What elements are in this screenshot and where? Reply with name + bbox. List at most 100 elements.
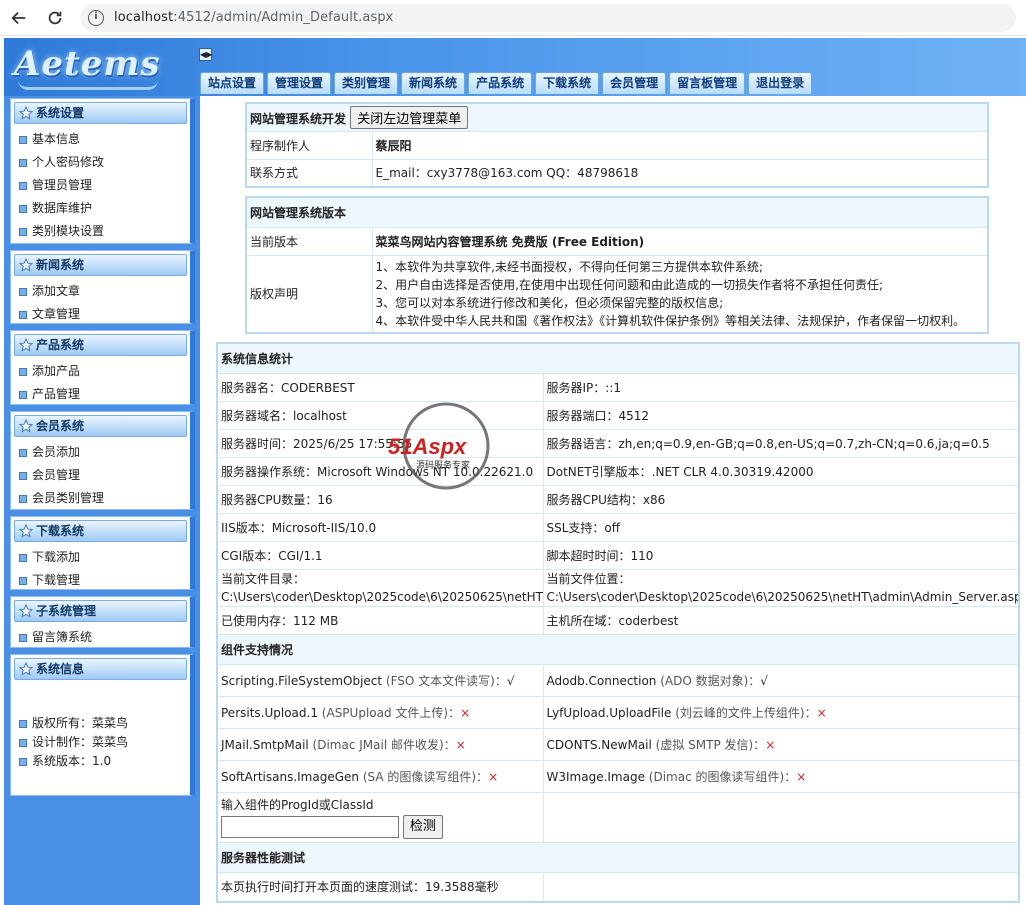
sidebar-section-title[interactable]: 产品系统: [14, 334, 187, 356]
sidebar-item[interactable]: 下载添加: [11, 546, 190, 569]
sidebar-item[interactable]: 管理员管理: [11, 174, 190, 197]
nav-tab[interactable]: 退出登录: [748, 72, 813, 94]
current-file-cell: 当前文件位置： C:\Users\coder\Desktop\2025code\6…: [542, 568, 1020, 607]
address-bar[interactable]: i localhost:4512/admin/Admin_Default.asp…: [80, 4, 1016, 32]
bullet-icon: [19, 158, 27, 167]
component-cell: SoftArtisans.ImageGen (SA 的图像读写组件)：×: [216, 759, 544, 793]
sidebar-item[interactable]: 会员类别管理: [11, 487, 190, 510]
sidebar-item[interactable]: 会员添加: [11, 441, 190, 464]
memory-cell: 已使用内存：112 MB: [216, 605, 544, 635]
component-status: ×: [765, 737, 776, 752]
bullet-icon: [19, 553, 27, 562]
section-title-text: 会员系统: [36, 419, 85, 433]
sidebar-item[interactable]: 个人密码修改: [11, 151, 190, 174]
close-menu-button[interactable]: 关闭左边管理菜单: [350, 105, 469, 129]
nav-tab[interactable]: 留言板管理: [669, 72, 746, 94]
perf-title: 服务器性能测试: [216, 841, 1020, 873]
section-title-text: 子系统管理: [36, 604, 97, 618]
author-value: 蔡辰阳: [371, 130, 989, 160]
component-status: ×: [488, 769, 499, 784]
nav-tab[interactable]: 下载系统: [535, 72, 600, 94]
nav-tab[interactable]: 类别管理: [334, 72, 399, 94]
component-desc: (FSO 文本文件读写)：: [382, 673, 507, 688]
current-version-label: 当前版本: [245, 226, 373, 256]
url-path: :4512/admin/Admin_Default.aspx: [173, 10, 394, 25]
current-file-value: C:\Users\coder\Desktop\2025code\6\202506…: [546, 589, 1020, 604]
stat-cell: IIS版本：Microsoft-IIS/10.0: [216, 512, 544, 542]
component-desc: (ADO 数据对象)：: [656, 673, 761, 688]
nav-tab[interactable]: 会员管理: [602, 72, 667, 94]
sidebar-item: 系统版本：1.0: [11, 752, 190, 771]
sidebar-item-label: 添加文章: [32, 284, 81, 298]
bullet-icon: [19, 367, 27, 376]
sidebar-item[interactable]: 数据库维护: [11, 197, 190, 220]
empty-cell: [542, 871, 1020, 903]
nav-tab[interactable]: 产品系统: [468, 72, 533, 94]
back-button[interactable]: [6, 6, 32, 30]
component-status: ×: [796, 769, 807, 784]
sidebar-item[interactable]: 添加产品: [11, 360, 190, 383]
stat-cell: 服务器CPU结构：x86: [542, 484, 1020, 514]
sidebar-item-label: 版权所有：菜菜鸟: [32, 716, 129, 730]
sidebar-item-label: 系统版本：1.0: [32, 754, 112, 768]
component-cell: W3Image.Image (Dimac 的图像读写组件)：×: [542, 759, 1020, 793]
contact-value: E_mail：cxy3778@163.com QQ：48798618: [371, 158, 989, 188]
component-desc: (虚拟 SMTP 发信)：: [651, 737, 766, 752]
sidebar-item-label: 下载管理: [32, 573, 81, 587]
copyright-line: 2、用户自由选择是否使用,在使用中出现任何问题和由此造成的一切损失作者将不承担任…: [375, 277, 884, 292]
header: Aetems ◀▶ 站点设置 管理设置 类别管理 新闻系统 产品系统 下载系统 会员管理 留言…: [4, 38, 1026, 96]
sidebar-item[interactable]: 文章管理: [11, 303, 190, 326]
nav-tab[interactable]: 管理设置: [267, 72, 332, 94]
bullet-icon: [19, 204, 27, 213]
progid-input[interactable]: [221, 815, 399, 838]
sidebar-item[interactable]: 会员管理: [11, 464, 190, 487]
site-info-icon[interactable]: i: [88, 10, 104, 26]
section-title-text: 系统设置: [36, 106, 85, 120]
nav-tab[interactable]: 站点设置: [200, 72, 265, 94]
top-nav-tabs: 站点设置 管理设置 类别管理 新闻系统 产品系统 下载系统 会员管理 留言板管理 退出登录: [200, 72, 815, 96]
check-button[interactable]: 检测: [402, 815, 443, 839]
components-title: 组件支持情况: [216, 633, 1020, 665]
sidebar-section: 新闻系统添加文章文章管理: [10, 250, 195, 324]
sidebar-section-title[interactable]: 下载系统: [14, 520, 187, 542]
sidebar-item[interactable]: 基本信息: [11, 128, 190, 151]
sidebar-section: 会员系统会员添加会员管理会员类别管理: [10, 411, 195, 510]
sidebar-section-title[interactable]: 子系统管理: [14, 600, 187, 622]
component-name: Adodb.Connection: [546, 673, 657, 688]
stat-cell: 服务器语言：zh,en;q=0.9,en-GB;q=0.8,en-US;q=0.…: [542, 428, 1020, 458]
copyright-line: 1、本软件为共享软件,未经书面授权，不得向任何第三方提供本软件系统;: [375, 259, 764, 274]
bullet-icon: [19, 135, 27, 144]
sidebar-section-title[interactable]: 系统设置: [14, 102, 187, 124]
component-cell: Persits.Upload.1 (ASPUpload 文件上传)：×: [216, 695, 544, 729]
stat-cell: 服务器端口：4512: [542, 400, 1020, 430]
sidebar-item-label: 个人密码修改: [32, 155, 105, 169]
system-stats-table: 系统信息统计 服务器名：CODERBEST 服务器IP：::1 服务器域名：local…: [216, 342, 1021, 903]
sidebar-item[interactable]: 留言簿系统: [11, 626, 190, 649]
component-name: Scripting.FileSystemObject: [221, 673, 383, 688]
sidebar-item-label: 会员管理: [32, 468, 81, 482]
stat-cell: 服务器名：CODERBEST: [216, 372, 544, 402]
author-label: 程序制作人: [245, 130, 373, 160]
toggle-sidebar-icon[interactable]: ◀▶: [199, 48, 212, 61]
sidebar-item[interactable]: 下载管理: [11, 569, 190, 592]
sidebar-item[interactable]: 产品管理: [11, 383, 190, 406]
sidebar-section-title[interactable]: 会员系统: [14, 415, 187, 437]
sidebar-item[interactable]: 添加文章: [11, 280, 190, 303]
bullet-icon: [19, 471, 27, 480]
sidebar: 系统设置基本信息个人密码修改管理员管理 数据库维护 类别模块设置 新闻系统添加文章文章…: [4, 96, 200, 905]
star-icon: [18, 418, 34, 433]
component-name: W3Image.Image: [546, 769, 645, 784]
bullet-icon: [19, 738, 27, 747]
bullet-icon: [19, 310, 27, 319]
reload-button[interactable]: [42, 6, 68, 30]
stat-cell: DotNET引擎版本：.NET CLR 4.0.30319.42000: [542, 456, 1020, 486]
component-cell: CDONTS.NewMail (虚拟 SMTP 发信)：×: [542, 727, 1020, 761]
bullet-icon: [19, 757, 27, 766]
sidebar-section-title[interactable]: 系统信息: [14, 658, 187, 680]
sidebar-section-title[interactable]: 新闻系统: [14, 254, 187, 276]
sidebar-item[interactable]: 类别模块设置: [11, 220, 190, 243]
nav-tab[interactable]: 新闻系统: [401, 72, 466, 94]
copyright-line: 3、您可以对本系统进行修改和美化，但必须保留完整的版权信息;: [375, 295, 724, 310]
current-dir-value: C:\Users\coder\Desktop\2025code\6\202506…: [221, 589, 543, 604]
